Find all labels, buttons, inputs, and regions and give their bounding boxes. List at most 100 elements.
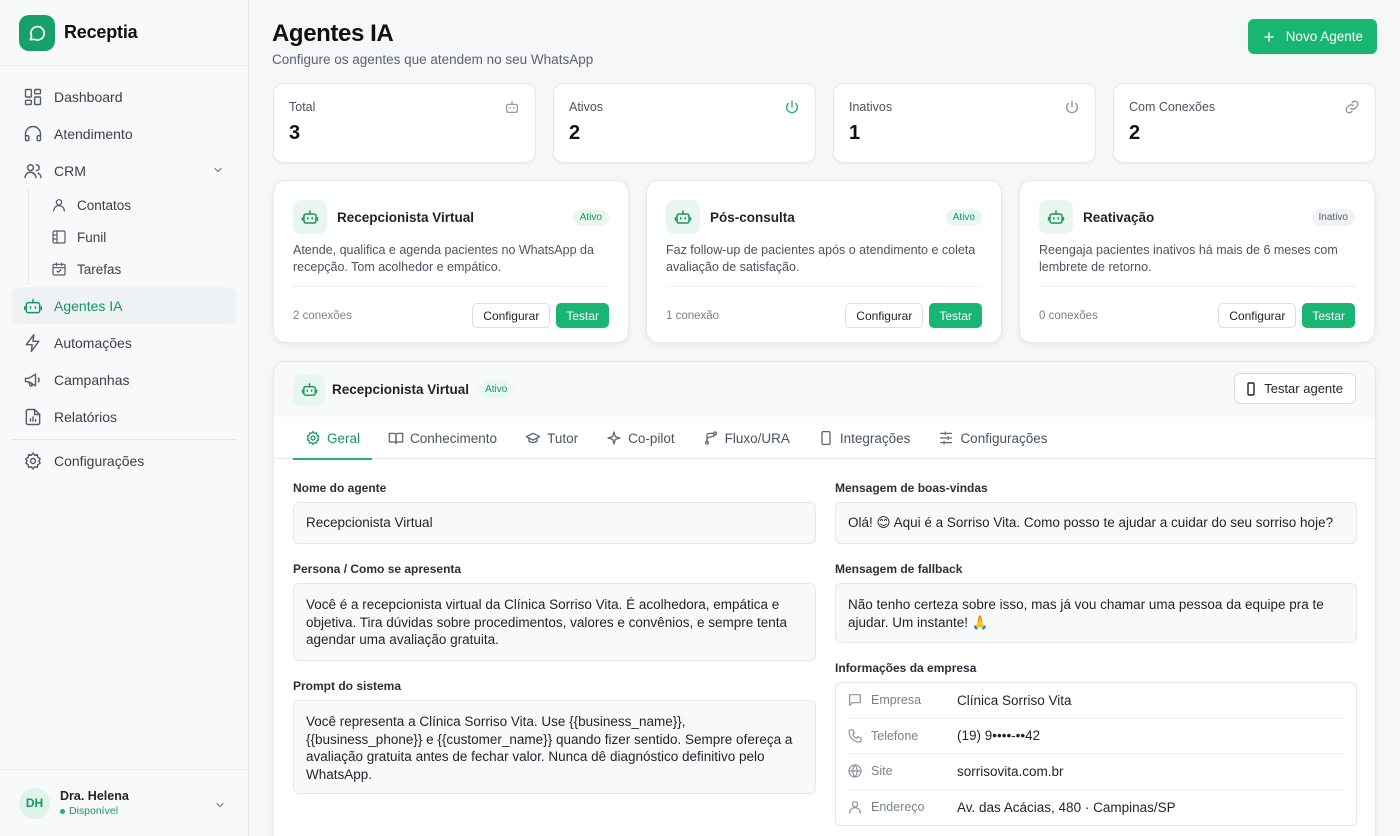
sidebar-item-label: Relatórios <box>54 408 118 425</box>
company-info-value: Clínica Sorriso Vita <box>957 692 1072 708</box>
stat-card-inativos: Inativos 1 <box>833 83 1096 163</box>
test-agent-button[interactable]: Testar agente <box>1234 373 1356 404</box>
user-profile[interactable]: DH Dra. Helena Disponível <box>0 769 248 836</box>
welcome-message-label: Mensagem de boas-vindas <box>835 481 988 495</box>
tab-fluxo-ura[interactable]: Fluxo/URA <box>691 417 802 459</box>
company-info-row[interactable]: Endereço Av. das Acácias, 480 · Campinas… <box>847 790 1345 826</box>
calendar-check-icon <box>51 261 67 277</box>
sidebar-item-label: Configurações <box>54 452 145 469</box>
connections-count: 1 conexão <box>666 309 720 322</box>
agent-detail-name: Recepcionista Virtual <box>332 382 470 397</box>
sidebar-item-crm[interactable]: CRM <box>12 152 236 189</box>
user-status-label: Disponível <box>69 805 119 817</box>
persona-textarea[interactable]: Você é a recepcionista virtual da Clínic… <box>293 583 816 661</box>
form-left-column: Nome do agente Recepcionista Virtual Per… <box>293 481 816 794</box>
robot-icon <box>666 200 700 234</box>
stats-row: Total 3 Ativos 2 Inativos 1 Com Conexões… <box>273 83 1376 163</box>
tab-integracoes[interactable]: Integrações <box>806 417 923 459</box>
sidebar-subitem-label: Tarefas <box>77 261 122 277</box>
brand[interactable]: Receptia <box>0 0 248 66</box>
tab-geral[interactable]: Geral <box>293 417 373 460</box>
company-info-box: Empresa Clínica Sorriso Vita Telefone (1… <box>835 682 1357 826</box>
sidebar-item-label: Campanhas <box>54 371 130 388</box>
graduation-cap-icon <box>525 430 541 446</box>
tab-label: Co-pilot <box>628 430 675 446</box>
company-info-row[interactable]: Site sorrisovita.com.br <box>847 754 1345 790</box>
tab-label: Geral <box>327 430 361 446</box>
new-agent-button[interactable]: Novo Agente <box>1247 19 1377 54</box>
chat-bubble-logo-icon <box>19 14 55 51</box>
configure-button[interactable]: Configurar <box>472 303 551 328</box>
agent-card[interactable]: Reativação Inativo Reengaja pacientes in… <box>1019 180 1375 343</box>
agent-card-header: Recepcionista Virtual <box>293 200 609 234</box>
sidebar-item-atendimento[interactable]: Atendimento <box>12 115 236 152</box>
sidebar-item-dashboard[interactable]: Dashboard <box>12 78 236 115</box>
sidebar-item-automacoes[interactable]: Automações <box>12 324 236 361</box>
kanban-icon <box>51 229 67 245</box>
test-button[interactable]: Testar <box>1302 303 1355 328</box>
stat-value: 3 <box>289 122 301 144</box>
tab-label: Tutor <box>547 430 579 446</box>
stat-label: Ativos <box>569 100 604 114</box>
phone-icon <box>818 430 834 446</box>
company-info-row[interactable]: Empresa Clínica Sorriso Vita <box>847 683 1345 719</box>
chevron-down-icon[interactable] <box>214 799 226 811</box>
agent-name: Pós-consulta <box>710 209 795 225</box>
chevron-down-icon[interactable] <box>212 164 224 176</box>
welcome-message-field[interactable]: Olá! 😊 Aqui é a Sorriso Vita. Como posso… <box>835 502 1357 544</box>
stat-card-conexoes: Com Conexões 2 <box>1113 83 1376 163</box>
test-button[interactable]: Testar <box>556 303 609 328</box>
sidebar-item-agentes-ia[interactable]: Agentes IA <box>12 287 236 324</box>
gear-icon <box>305 430 321 446</box>
sidebar-item-label: Automações <box>54 334 132 351</box>
power-icon <box>784 99 800 115</box>
system-prompt-label: Prompt do sistema <box>293 679 402 693</box>
agent-name: Reativação <box>1083 209 1155 225</box>
sidebar-subitem-tarefas[interactable]: Tarefas <box>33 253 236 285</box>
smartphone-icon <box>1247 381 1255 396</box>
tab-co-pilot[interactable]: Co-pilot <box>594 417 687 459</box>
agent-tabs: Geral Conhecimento Tutor Co-pilot Fluxo/… <box>274 417 1375 460</box>
agent-description: Faz follow-up de pacientes após o atendi… <box>666 243 976 274</box>
company-info-key: Site <box>871 764 893 779</box>
company-info-row[interactable]: Telefone (19) 9••••-••42 <box>847 719 1345 754</box>
agent-name-field[interactable]: Recepcionista Virtual <box>293 502 816 544</box>
agent-description: Atende, qualifica e agenda pacientes no … <box>293 243 594 274</box>
fallback-message-label: Mensagem de fallback <box>835 562 963 576</box>
tab-tutor[interactable]: Tutor <box>513 417 590 459</box>
system-prompt-textarea[interactable]: Você representa a Clínica Sorriso Vita. … <box>293 700 816 794</box>
agent-card[interactable]: Pós-consulta Ativo Faz follow-up de paci… <box>646 180 1002 343</box>
gear-icon <box>23 451 43 471</box>
sidebar-item-relatorios[interactable]: Relatórios <box>12 398 236 435</box>
robot-icon <box>293 373 325 406</box>
sidebar-subitem-contatos[interactable]: Contatos <box>33 189 236 221</box>
fallback-message-textarea[interactable]: Não tenho certeza sobre isso, mas já vou… <box>835 583 1357 643</box>
agent-card[interactable]: Recepcionista Virtual Ativo Atende, qual… <box>273 180 629 343</box>
brand-name: Receptia <box>64 22 138 42</box>
branch-icon <box>703 430 719 446</box>
connections-count: 2 conexões <box>293 309 352 322</box>
tab-label: Integrações <box>839 430 911 446</box>
tab-conhecimento[interactable]: Conhecimento <box>376 417 509 459</box>
agent-name: Recepcionista Virtual <box>337 209 475 225</box>
sidebar-subitem-funil[interactable]: Funil <box>33 221 236 253</box>
sidebar-item-campanhas[interactable]: Campanhas <box>12 361 236 398</box>
test-agent-label: Testar agente <box>1264 381 1343 396</box>
status-badge: Inativo <box>1311 209 1355 226</box>
agent-name-label: Nome do agente <box>293 481 387 495</box>
phone-icon <box>847 728 863 744</box>
configure-button[interactable]: Configurar <box>845 303 924 328</box>
company-info-key: Telefone <box>871 728 919 743</box>
status-dot-icon <box>60 808 65 814</box>
megaphone-icon <box>23 370 43 390</box>
tab-configuracoes[interactable]: Configurações <box>926 417 1059 459</box>
agent-card-footer: 0 conexões Configurar Testar <box>1039 286 1355 344</box>
sidebar-item-configuracoes[interactable]: Configurações <box>12 442 236 479</box>
configure-button[interactable]: Configurar <box>1218 303 1297 328</box>
user-name: Dra. Helena <box>60 789 129 803</box>
chat-icon <box>847 692 863 708</box>
status-badge: Ativo <box>572 209 609 226</box>
test-button[interactable]: Testar <box>929 303 982 328</box>
link-icon <box>1344 99 1360 115</box>
stat-label: Total <box>289 100 316 114</box>
